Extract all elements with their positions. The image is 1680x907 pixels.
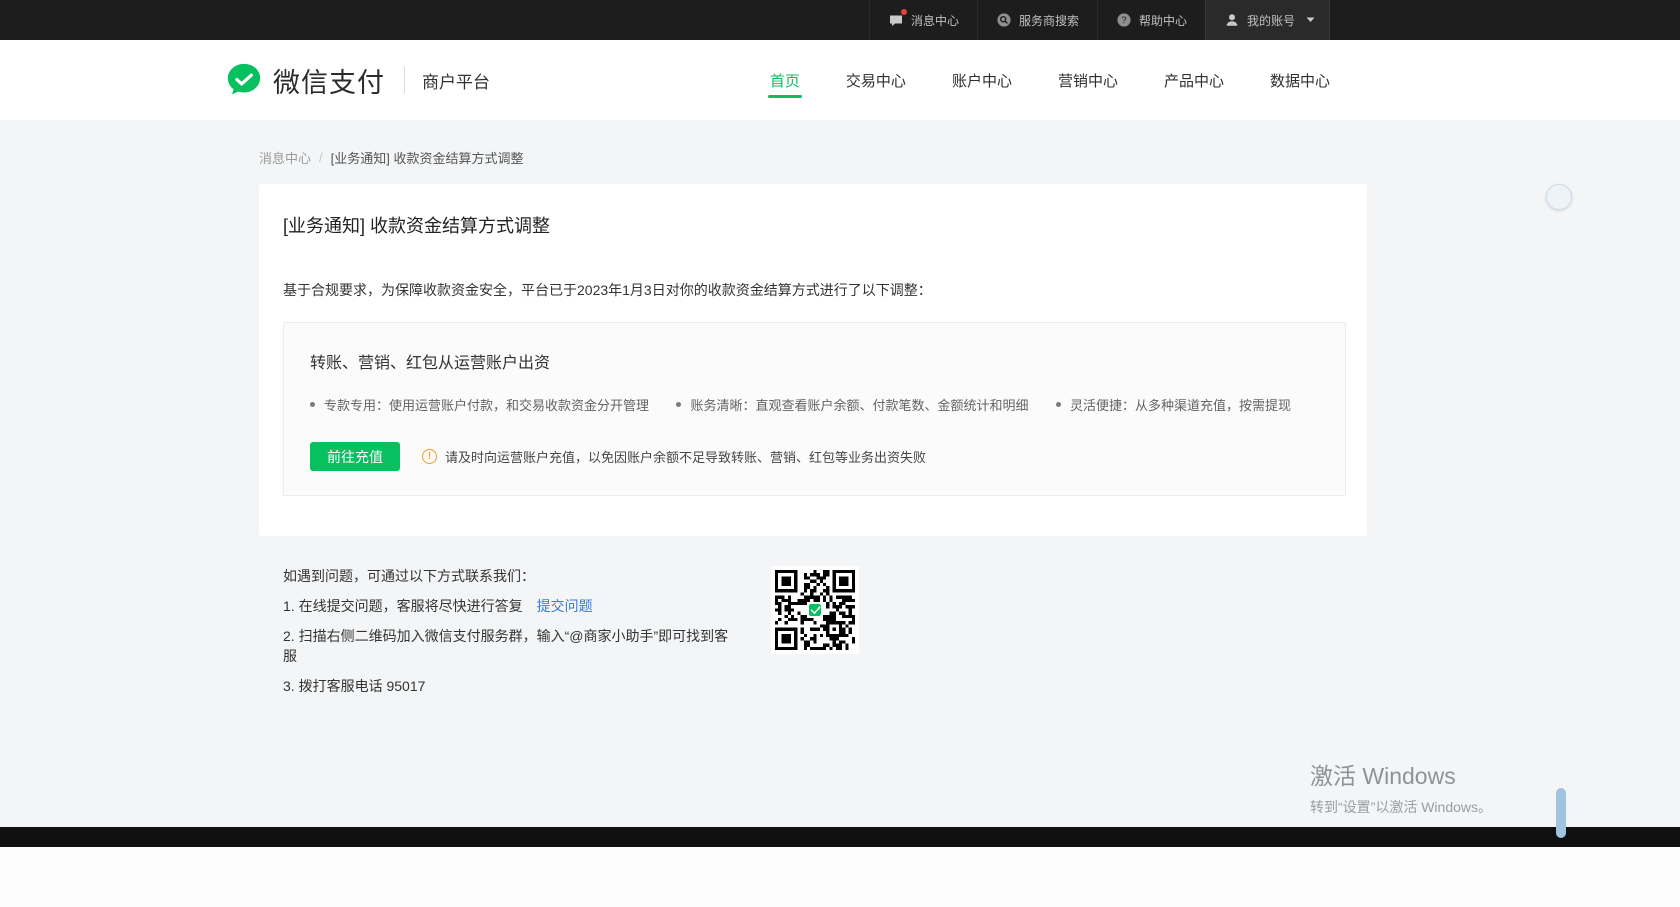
contact-line-3: 3. 拨打客服电话 95017 xyxy=(283,678,426,694)
site-header: 微信支付 商户平台 首页 交易中心 账户中心 营销中心 产品中心 数据中心 xyxy=(0,40,1680,120)
help-icon: ? xyxy=(1116,12,1132,28)
main-content: 消息中心 / [业务通知] 收款资金结算方式调整 [业务通知] 收款资金结算方式… xyxy=(0,120,1680,706)
bullet-dot xyxy=(310,402,315,407)
browser-viewport: 消息中心 服务商搜索 ? 帮助中心 我的账号 微信支付 商户平台 首页 交易中心… xyxy=(0,0,1680,847)
svg-text:?: ? xyxy=(1121,15,1126,25)
bullet-text: 账务清晰：直观查看账户余额、付款笔数、金额统计和明细 xyxy=(690,398,1029,413)
topbar-item-label: 消息中心 xyxy=(910,13,959,28)
bullet-text: 灵活便捷：从多种渠道充值，按需提现 xyxy=(1069,398,1291,413)
topbar-item-label: 帮助中心 xyxy=(1138,13,1187,28)
contact-line-1-text: 1. 在线提交问题，客服将尽快进行答复 xyxy=(283,598,523,614)
wechat-pay-logo xyxy=(227,63,261,95)
bullet-dot xyxy=(1055,402,1061,407)
topbar-service-provider-search[interactable]: 服务商搜索 xyxy=(976,0,1097,40)
topbar-help-center[interactable]: ? 帮助中心 xyxy=(1096,0,1205,40)
notice-card: [业务通知] 收款资金结算方式调整 基于合规要求，为保障收款资金安全，平台已于2… xyxy=(259,184,1367,536)
account-icon xyxy=(1224,12,1240,28)
funding-panel: 转账、营销、红包从运营账户出资 专款专用：使用运营账户付款，和交易收款资金分开管… xyxy=(283,322,1346,496)
contact-line-2: 2. 扫描右侧二维码加入微信支付服务群，输入“@商家小助手”即可找到客服 xyxy=(283,628,729,664)
notice-title: [业务通知] 收款资金结算方式调整 xyxy=(283,216,551,236)
search-icon xyxy=(996,12,1012,28)
nav-data-center[interactable]: 数据中心 xyxy=(1270,40,1330,120)
qr-code xyxy=(771,566,859,654)
main-nav: 首页 交易中心 账户中心 营销中心 产品中心 数据中心 xyxy=(767,40,1330,120)
nav-transaction-center[interactable]: 交易中心 xyxy=(846,40,906,120)
topbar: 消息中心 服务商搜索 ? 帮助中心 我的账号 xyxy=(0,0,1680,40)
breadcrumb-message-center[interactable]: 消息中心 xyxy=(259,148,311,167)
nav-product-center[interactable]: 产品中心 xyxy=(1164,40,1224,120)
bullet-text: 专款专用：使用运营账户付款，和交易收款资金分开管理 xyxy=(324,398,650,413)
topbar-my-account[interactable]: 我的账号 xyxy=(1204,0,1330,40)
brand-name: 微信支付 xyxy=(273,67,385,98)
bullet-item: 专款专用：使用运营账户付款，和交易收款资金分开管理 xyxy=(310,395,649,414)
message-icon xyxy=(888,9,907,28)
nav-account-center[interactable]: 账户中心 xyxy=(952,40,1012,120)
recharge-warning: 请及时向运营账户充值，以免因账户余额不足导致转账、营销、红包等业务出资失败 xyxy=(422,447,926,466)
contact-line-1: 1. 在线提交问题，客服将尽快进行答复 提交问题 xyxy=(283,596,735,616)
contact-heading: 如遇到问题，可通过以下方式联系我们： xyxy=(283,568,535,584)
breadcrumb-separator: / xyxy=(319,150,323,165)
go-recharge-button[interactable]: 前往充值 xyxy=(310,442,400,471)
warning-text: 请及时向运营账户充值，以免因账户余额不足导致转账、营销、红包等业务出资失败 xyxy=(445,450,927,465)
topbar-message-center[interactable]: 消息中心 xyxy=(868,0,977,40)
bullet-item: 账务清晰：直观查看账户余额、付款笔数、金额统计和明细 xyxy=(676,395,1029,414)
brand-divider xyxy=(404,67,405,93)
brand[interactable]: 微信支付 商户平台 xyxy=(225,61,490,100)
breadcrumb: 消息中心 / [业务通知] 收款资金结算方式调整 xyxy=(259,148,1680,167)
topbar-item-label: 服务商搜索 xyxy=(1018,13,1079,28)
topbar-item-label: 我的账号 xyxy=(1246,13,1295,28)
bullet-item: 灵活便捷：从多种渠道充值，按需提现 xyxy=(1055,395,1291,414)
panel-action-row: 前往充值 请及时向运营账户充值，以免因账户余额不足导致转账、营销、红包等业务出资… xyxy=(310,442,1319,471)
bullet-dot xyxy=(676,402,682,407)
bottom-strip xyxy=(0,847,1680,907)
warning-icon xyxy=(422,449,437,464)
submit-question-link[interactable]: 提交问题 xyxy=(537,598,593,614)
panel-title: 转账、营销、红包从运营账户出资 xyxy=(310,355,551,372)
nav-marketing-center[interactable]: 营销中心 xyxy=(1058,40,1118,120)
chevron-down-icon xyxy=(1306,17,1315,23)
panel-bullets: 专款专用：使用运营账户付款，和交易收款资金分开管理 账务清晰：直观查看账户余额、… xyxy=(310,395,1319,414)
contact-section: 如遇到问题，可通过以下方式联系我们： 1. 在线提交问题，客服将尽快进行答复 提交… xyxy=(283,566,1680,706)
platform-name: 商户平台 xyxy=(422,72,490,92)
page-footer-band xyxy=(0,827,1680,847)
floating-widget-button[interactable] xyxy=(1546,184,1572,210)
notice-intro: 基于合规要求，为保障收款资金安全，平台已于2023年1月3日对你的收款资金结算方… xyxy=(283,282,932,298)
breadcrumb-current: [业务通知] 收款资金结算方式调整 xyxy=(330,151,524,166)
unread-dot xyxy=(900,9,907,15)
nav-home[interactable]: 首页 xyxy=(767,40,802,120)
scrollbar-thumb[interactable] xyxy=(1556,788,1566,838)
